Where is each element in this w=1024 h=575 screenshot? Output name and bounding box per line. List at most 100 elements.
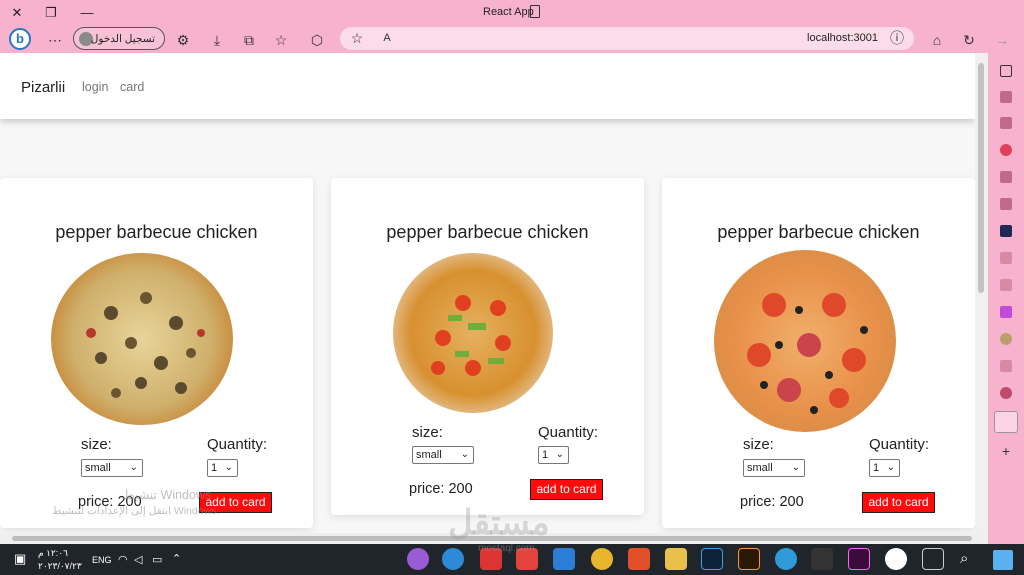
browser-sidebar: + <box>988 53 1024 544</box>
forward-icon[interactable]: → <box>991 29 1013 51</box>
downloads-icon[interactable]: ⤓ <box>206 29 228 51</box>
nav-link-card[interactable]: card <box>120 80 144 94</box>
chevron-down-icon: ⌄ <box>129 462 138 473</box>
app-icon[interactable] <box>1000 333 1012 345</box>
app-icon[interactable] <box>1000 91 1012 103</box>
illustrator-icon[interactable] <box>738 548 760 570</box>
chevron-down-icon: ⌄ <box>224 462 233 473</box>
app-icon[interactable] <box>1000 225 1012 237</box>
favorites-icon[interactable]: ☆ <box>270 29 292 51</box>
profile-label: تسجيل الدخول <box>90 33 155 45</box>
page-viewport: Pizarlii login card pepper barbecue chic… <box>0 53 988 533</box>
quantity-select[interactable]: 1 ⌄ <box>538 446 569 464</box>
minimize-window-icon[interactable]: — <box>76 3 98 23</box>
info-icon[interactable]: ⓘ <box>886 27 908 49</box>
pizza-image <box>51 253 233 425</box>
app-icon[interactable] <box>1000 198 1012 210</box>
volume-icon[interactable]: ◁ <box>134 553 142 566</box>
size-select[interactable]: small ⌄ <box>743 459 805 477</box>
size-select[interactable]: small ⌄ <box>81 459 143 477</box>
clock-date[interactable]: ٢٠٢٣/٠٧/٢٣ <box>38 561 82 572</box>
window-title: React App <box>483 6 534 18</box>
size-label: size: <box>412 424 443 441</box>
figma-icon[interactable] <box>811 548 833 570</box>
scrollbar-thumb[interactable] <box>978 63 984 293</box>
page-icon[interactable] <box>994 411 1018 433</box>
add-icon[interactable]: + <box>995 440 1017 462</box>
app-icon[interactable] <box>1000 360 1012 372</box>
quantity-select[interactable]: 1 ⌄ <box>207 459 238 477</box>
more-menu-icon[interactable]: ⋯ <box>44 29 66 51</box>
size-label: size: <box>743 436 774 453</box>
document-icon <box>530 5 540 18</box>
add-to-card-button[interactable]: add to card <box>862 492 935 513</box>
extensions-icon[interactable]: ⬡ <box>306 29 328 51</box>
nav-link-login[interactable]: login <box>82 80 108 94</box>
app-icon[interactable] <box>407 548 429 570</box>
product-card: pepper barbecue chicken size: small ⌄ Qua… <box>0 178 313 528</box>
app-icon[interactable] <box>1000 117 1012 129</box>
add-to-card-button[interactable]: add to card <box>530 479 603 500</box>
chevron-down-icon: ⌄ <box>886 462 895 473</box>
collections-icon[interactable]: ⧉ <box>238 29 260 51</box>
favorite-star-icon[interactable]: ☆ <box>346 27 368 49</box>
size-label: size: <box>81 436 112 453</box>
product-card: pepper barbecue chicken size: small ⌄ Qua… <box>662 178 975 528</box>
edge-icon[interactable] <box>442 548 464 570</box>
task-view-icon[interactable] <box>922 548 944 570</box>
clock-time[interactable]: ١٢:٠٦ م <box>38 548 68 559</box>
chevron-down-icon: ⌄ <box>555 449 564 460</box>
product-title: pepper barbecue chicken <box>717 222 920 242</box>
tray-chevron-icon[interactable]: ⌃ <box>172 552 181 565</box>
title-bar: ✕ ❐ — React App <box>0 0 1024 26</box>
tabs-icon[interactable] <box>1000 65 1012 77</box>
github-icon[interactable] <box>885 548 907 570</box>
address-bar[interactable]: ☆ A localhost:3001 ⓘ <box>340 27 914 50</box>
profile-button[interactable]: تسجيل الدخول <box>73 27 165 50</box>
watermark-logo: مستقل <box>448 504 550 542</box>
restore-window-icon[interactable]: ❐ <box>40 3 62 23</box>
telegram-icon[interactable] <box>775 548 797 570</box>
chevron-down-icon: ⌄ <box>460 449 469 460</box>
refresh-icon[interactable]: ↻ <box>958 29 980 51</box>
battery-icon[interactable]: ▭ <box>152 553 162 566</box>
app-icon[interactable] <box>1000 144 1012 156</box>
app-icon[interactable] <box>1000 252 1012 264</box>
product-title: pepper barbecue chicken <box>386 222 589 242</box>
home-icon[interactable]: ⌂ <box>926 29 948 51</box>
app-icon[interactable] <box>1000 387 1012 399</box>
chrome-icon[interactable] <box>591 548 613 570</box>
activation-text: انتقل إلى الإعدادات لتنشيط Windows. <box>52 505 220 517</box>
search-icon[interactable]: ⌕ <box>960 550 968 567</box>
product-card: pepper barbecue chicken size: small ⌄ Qua… <box>331 178 644 515</box>
pizza-image <box>393 253 553 413</box>
file-explorer-icon[interactable] <box>665 548 687 570</box>
app-icon[interactable] <box>1000 279 1012 291</box>
wifi-icon[interactable]: ◠ <box>118 553 128 566</box>
app-icon[interactable] <box>1000 306 1012 318</box>
product-title: pepper barbecue chicken <box>55 222 258 242</box>
start-icon[interactable] <box>993 550 1013 570</box>
bing-icon[interactable]: b <box>9 28 31 50</box>
vertical-scrollbar[interactable] <box>975 53 988 533</box>
office-icon[interactable] <box>628 548 650 570</box>
price-text: price: 200 <box>409 481 473 497</box>
site-brand[interactable]: Pizarlii <box>21 79 65 96</box>
xd-icon[interactable] <box>848 548 870 570</box>
language-indicator[interactable]: ENG <box>92 555 112 565</box>
quantity-label: Quantity: <box>538 424 599 441</box>
photoshop-icon[interactable] <box>701 548 723 570</box>
notification-icon[interactable]: ▣ <box>14 551 26 567</box>
browser-toolbar: b ⋯ تسجيل الدخول ⚙ ⤓ ⧉ ☆ ⬡ ☆ A localhost… <box>0 26 1024 53</box>
address-url[interactable]: localhost:3001 <box>807 32 878 44</box>
site-navbar: Pizarlii login card <box>0 53 975 119</box>
app-icon[interactable] <box>1000 171 1012 183</box>
quantity-label: Quantity: <box>207 436 268 453</box>
size-select[interactable]: small ⌄ <box>412 446 474 464</box>
quantity-label: Quantity: <box>869 436 930 453</box>
vscode-icon[interactable] <box>553 548 575 570</box>
quantity-select[interactable]: 1 ⌄ <box>869 459 900 477</box>
tracking-icon[interactable]: ⚙ <box>172 29 194 51</box>
read-aloud-icon[interactable]: A <box>376 27 398 49</box>
close-window-icon[interactable]: ✕ <box>6 3 28 23</box>
